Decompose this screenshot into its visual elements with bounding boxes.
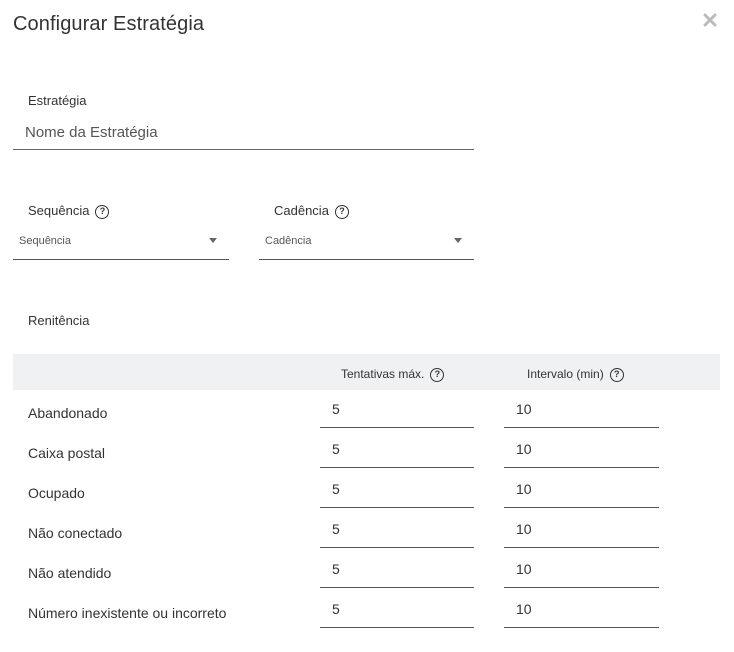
max-attempts-input[interactable] [320, 390, 474, 428]
max-attempts-input[interactable] [320, 470, 474, 508]
column-header-interval: Intervalo (min)? [527, 367, 624, 382]
cadence-select[interactable]: Cadência [259, 222, 474, 260]
row-label: Não conectado [28, 525, 123, 541]
column-header-max-attempts: Tentativas máx.? [341, 367, 445, 382]
help-icon[interactable]: ? [334, 204, 349, 219]
sequence-select-value: Sequência [19, 235, 71, 247]
interval-input[interactable] [504, 470, 659, 508]
interval-input[interactable] [504, 550, 659, 588]
help-icon[interactable]: ? [95, 204, 110, 219]
renitence-label: Renitência [28, 313, 90, 328]
caret-down-icon [209, 238, 217, 243]
interval-input[interactable] [504, 510, 659, 548]
max-attempts-input[interactable] [320, 430, 474, 468]
row-label: Abandonado [28, 405, 108, 421]
strategy-label: Estratégia [28, 93, 87, 108]
cadence-label: Cadência [274, 203, 329, 218]
interval-input[interactable] [504, 590, 659, 628]
dialog-title: Configurar Estratégia [13, 13, 205, 35]
caret-down-icon [454, 238, 462, 243]
row-label: Número inexistente ou incorreto [28, 605, 227, 621]
column-header-label: Tentativas máx. [341, 367, 425, 381]
renitence-table-header: Tentativas máx.? Intervalo (min)? [13, 354, 720, 390]
cadence-select-value: Cadência [265, 235, 312, 247]
sequence-select[interactable]: Sequência [13, 222, 229, 260]
interval-input[interactable] [504, 430, 659, 468]
row-label: Caixa postal [28, 445, 106, 461]
max-attempts-input[interactable] [320, 550, 474, 588]
interval-input[interactable] [504, 390, 659, 428]
help-icon[interactable]: ? [430, 367, 445, 382]
cadence-label-row: Cadência? [274, 203, 349, 219]
max-attempts-input[interactable] [320, 590, 474, 628]
row-label: Não atendido [28, 565, 112, 581]
sequence-label: Sequência [28, 203, 90, 218]
max-attempts-input[interactable] [320, 510, 474, 548]
sequence-label-row: Sequência? [28, 203, 110, 219]
close-button[interactable] [699, 9, 721, 31]
row-label: Ocupado [28, 485, 85, 501]
column-header-label: Intervalo (min) [527, 367, 604, 381]
help-icon[interactable]: ? [609, 367, 624, 382]
close-icon[interactable] [703, 13, 717, 27]
strategy-name-input[interactable] [13, 116, 474, 150]
